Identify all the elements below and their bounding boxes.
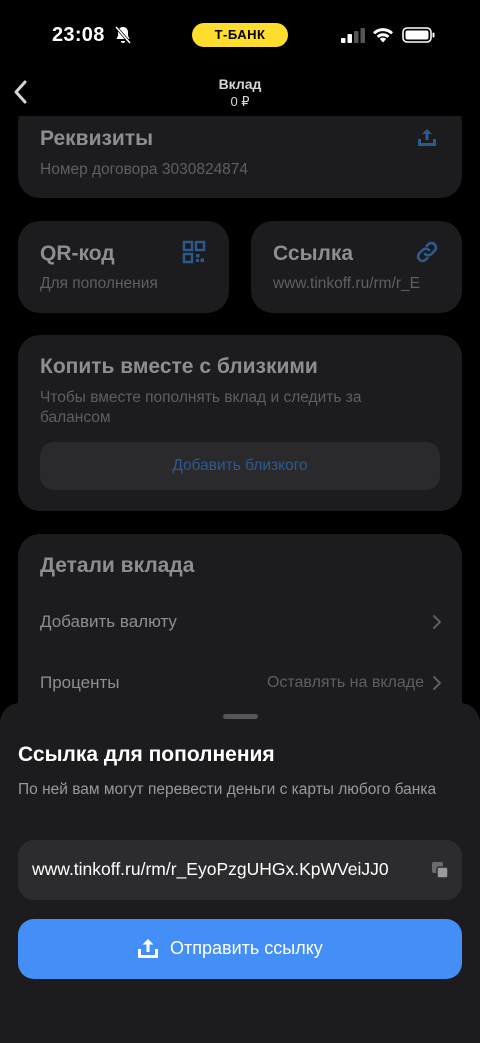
sheet-grabber[interactable] (223, 714, 258, 719)
bell-muted-icon (114, 26, 132, 44)
qr-code-icon (182, 240, 206, 264)
cellular-signal-icon (341, 28, 365, 43)
qr-code-card[interactable]: QR-код Для пополнения (18, 221, 229, 313)
save-together-title: Копить вместе с близкими (40, 355, 318, 378)
add-currency-label: Добавить валюту (40, 612, 177, 631)
payment-link-field[interactable]: www.tinkoff.ru/rm/r_EyoPzgUHGx.KpWVeiJJ0 (18, 840, 462, 900)
page-title: Вклад (218, 76, 262, 92)
interest-label: Проценты (40, 673, 120, 692)
interest-value: Оставлять на вкладе (266, 674, 424, 691)
chevron-right-icon (433, 676, 441, 690)
deposit-balance: 0 ₽ (230, 94, 250, 109)
sheet-title: Ссылка для пополнения (18, 743, 275, 766)
save-together-card: Копить вместе с близкими Чтобы вместе по… (18, 335, 462, 511)
copy-icon[interactable] (430, 860, 450, 880)
clock: 23:08 (52, 24, 105, 46)
link-card-title: Ссылка (273, 242, 354, 265)
add-currency-row[interactable]: Добавить валюту (18, 602, 462, 642)
share-icon (138, 939, 158, 958)
qr-code-title: QR-код (40, 242, 115, 265)
deposit-details-title: Детали вклада (40, 554, 195, 577)
interest-row[interactable]: Проценты Оставлять на вкладе (18, 664, 462, 704)
share-icon[interactable] (415, 126, 439, 150)
add-relative-label: Добавить близкого (172, 457, 308, 474)
link-icon (416, 241, 438, 263)
battery-icon (402, 27, 435, 43)
requisites-title: Реквизиты (40, 127, 154, 150)
status-bar: 23:08 Т-БАНК (0, 0, 480, 70)
send-link-button[interactable]: Отправить ссылку (18, 919, 462, 979)
payment-link-text[interactable]: www.tinkoff.ru/rm/r_EyoPzgUHGx.KpWVeiJJ0 (32, 859, 389, 880)
navigation-bar: Вклад 0 ₽ (0, 70, 480, 116)
link-card-subtitle: www.tinkoff.ru/rm/r_E (273, 275, 421, 292)
payment-link-sheet: Ссылка для пополнения По ней вам могут п… (0, 703, 480, 1043)
wifi-icon (373, 28, 393, 43)
save-together-description: Чтобы вместе пополнять вклад и следить з… (40, 389, 362, 426)
link-card[interactable]: Ссылка www.tinkoff.ru/rm/r_E (251, 221, 462, 313)
chevron-right-icon (433, 615, 441, 629)
add-relative-button[interactable]: Добавить близкого (40, 442, 440, 490)
qr-code-subtitle: Для пополнения (40, 275, 158, 292)
bank-badge[interactable]: Т-БАНК (192, 23, 288, 47)
send-link-label: Отправить ссылку (170, 938, 323, 958)
sheet-description: По ней вам могут перевести деньги с карт… (18, 781, 437, 798)
contract-number: Номер договора 3030824874 (40, 161, 249, 178)
